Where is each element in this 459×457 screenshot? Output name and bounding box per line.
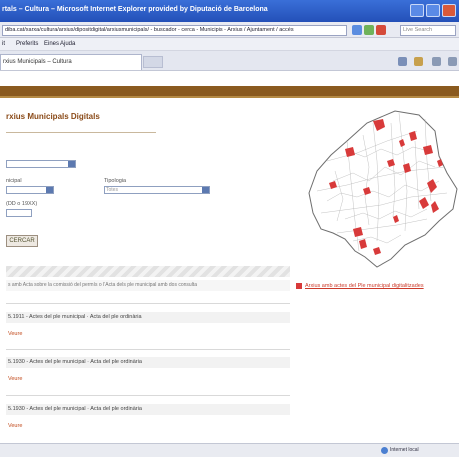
municipalities-map[interactable] <box>307 101 459 271</box>
page-title: rxius Municipals Digitals <box>6 112 100 121</box>
divider <box>6 303 290 304</box>
legend-link[interactable]: Arxius amb actes del Ple municipal digit… <box>305 283 424 289</box>
result-view-link[interactable]: Veure <box>8 376 22 382</box>
title-divider <box>6 132 156 133</box>
address-toolbar: diba.cat/xarxa/cultura/arxius/dipositdig… <box>0 22 459 38</box>
status-bar: Internet local <box>0 443 459 457</box>
security-zone: Internet local <box>390 447 419 453</box>
tipologia-value: Totes <box>106 187 118 193</box>
minimize-button[interactable] <box>410 4 424 17</box>
result-view-link[interactable]: Veure <box>8 331 22 337</box>
chevron-down-icon <box>202 187 209 193</box>
results-info: s amb Acta sobre la comissió del permís … <box>6 280 290 291</box>
tipologia-label: Tipologia <box>104 178 127 184</box>
date-input[interactable] <box>6 209 32 217</box>
municipal-select[interactable] <box>6 186 54 194</box>
home-icon[interactable] <box>398 57 407 66</box>
stop-icon[interactable] <box>376 25 386 35</box>
page-content: rxius Municipals Digitals nicipal Tipolo… <box>0 98 459 443</box>
result-view-link[interactable]: Veure <box>8 423 22 429</box>
page-menu-icon[interactable] <box>448 57 457 66</box>
tab-bar: rxius Municipals – Cultura <box>0 51 459 71</box>
menu-item-edit[interactable]: it <box>2 41 5 47</box>
legend-swatch <box>296 283 302 289</box>
search-button[interactable]: CERCAR <box>6 235 38 247</box>
address-input[interactable]: diba.cat/xarxa/cultura/arxius/dipositdig… <box>2 25 347 36</box>
window-titlebar: rtals – Cultura – Microsoft Internet Exp… <box>0 0 459 22</box>
dates-label: (DD o 19XX) <box>6 201 38 207</box>
window-title: rtals – Cultura – Microsoft Internet Exp… <box>2 6 268 13</box>
print-icon[interactable] <box>432 57 441 66</box>
site-banner <box>0 86 459 98</box>
tab-current[interactable]: rxius Municipals – Cultura <box>0 54 142 70</box>
tipologia-select[interactable]: Totes <box>104 186 210 194</box>
result-title: 5.1930 - Actes del ple municipal · Acta … <box>6 357 290 368</box>
go-icon[interactable] <box>352 25 362 35</box>
results-header-bar <box>6 266 290 277</box>
maximize-button[interactable] <box>426 4 440 17</box>
municipality-select[interactable] <box>6 160 76 168</box>
new-tab-button[interactable] <box>143 56 163 68</box>
municipal-label: nicipal <box>6 178 22 184</box>
menu-bar: it Preferits Eines Ajuda <box>0 38 459 51</box>
search-input[interactable]: Live Search <box>400 25 456 36</box>
chevron-down-icon <box>68 161 75 167</box>
chevron-down-icon <box>46 187 53 193</box>
divider <box>6 395 290 396</box>
result-title: 5.1930 - Actes del ple municipal · Acta … <box>6 404 290 415</box>
divider <box>6 349 290 350</box>
menu-item-tools[interactable]: Eines <box>44 41 59 47</box>
feeds-icon[interactable] <box>414 57 423 66</box>
close-button[interactable] <box>442 4 456 17</box>
menu-item-favorites[interactable]: Preferits <box>16 41 38 47</box>
result-title: 5.1911 - Actes del ple municipal · Acta … <box>6 312 290 323</box>
menu-item-help[interactable]: Ajuda <box>60 41 75 47</box>
refresh-icon[interactable] <box>364 25 374 35</box>
globe-icon <box>381 447 388 454</box>
